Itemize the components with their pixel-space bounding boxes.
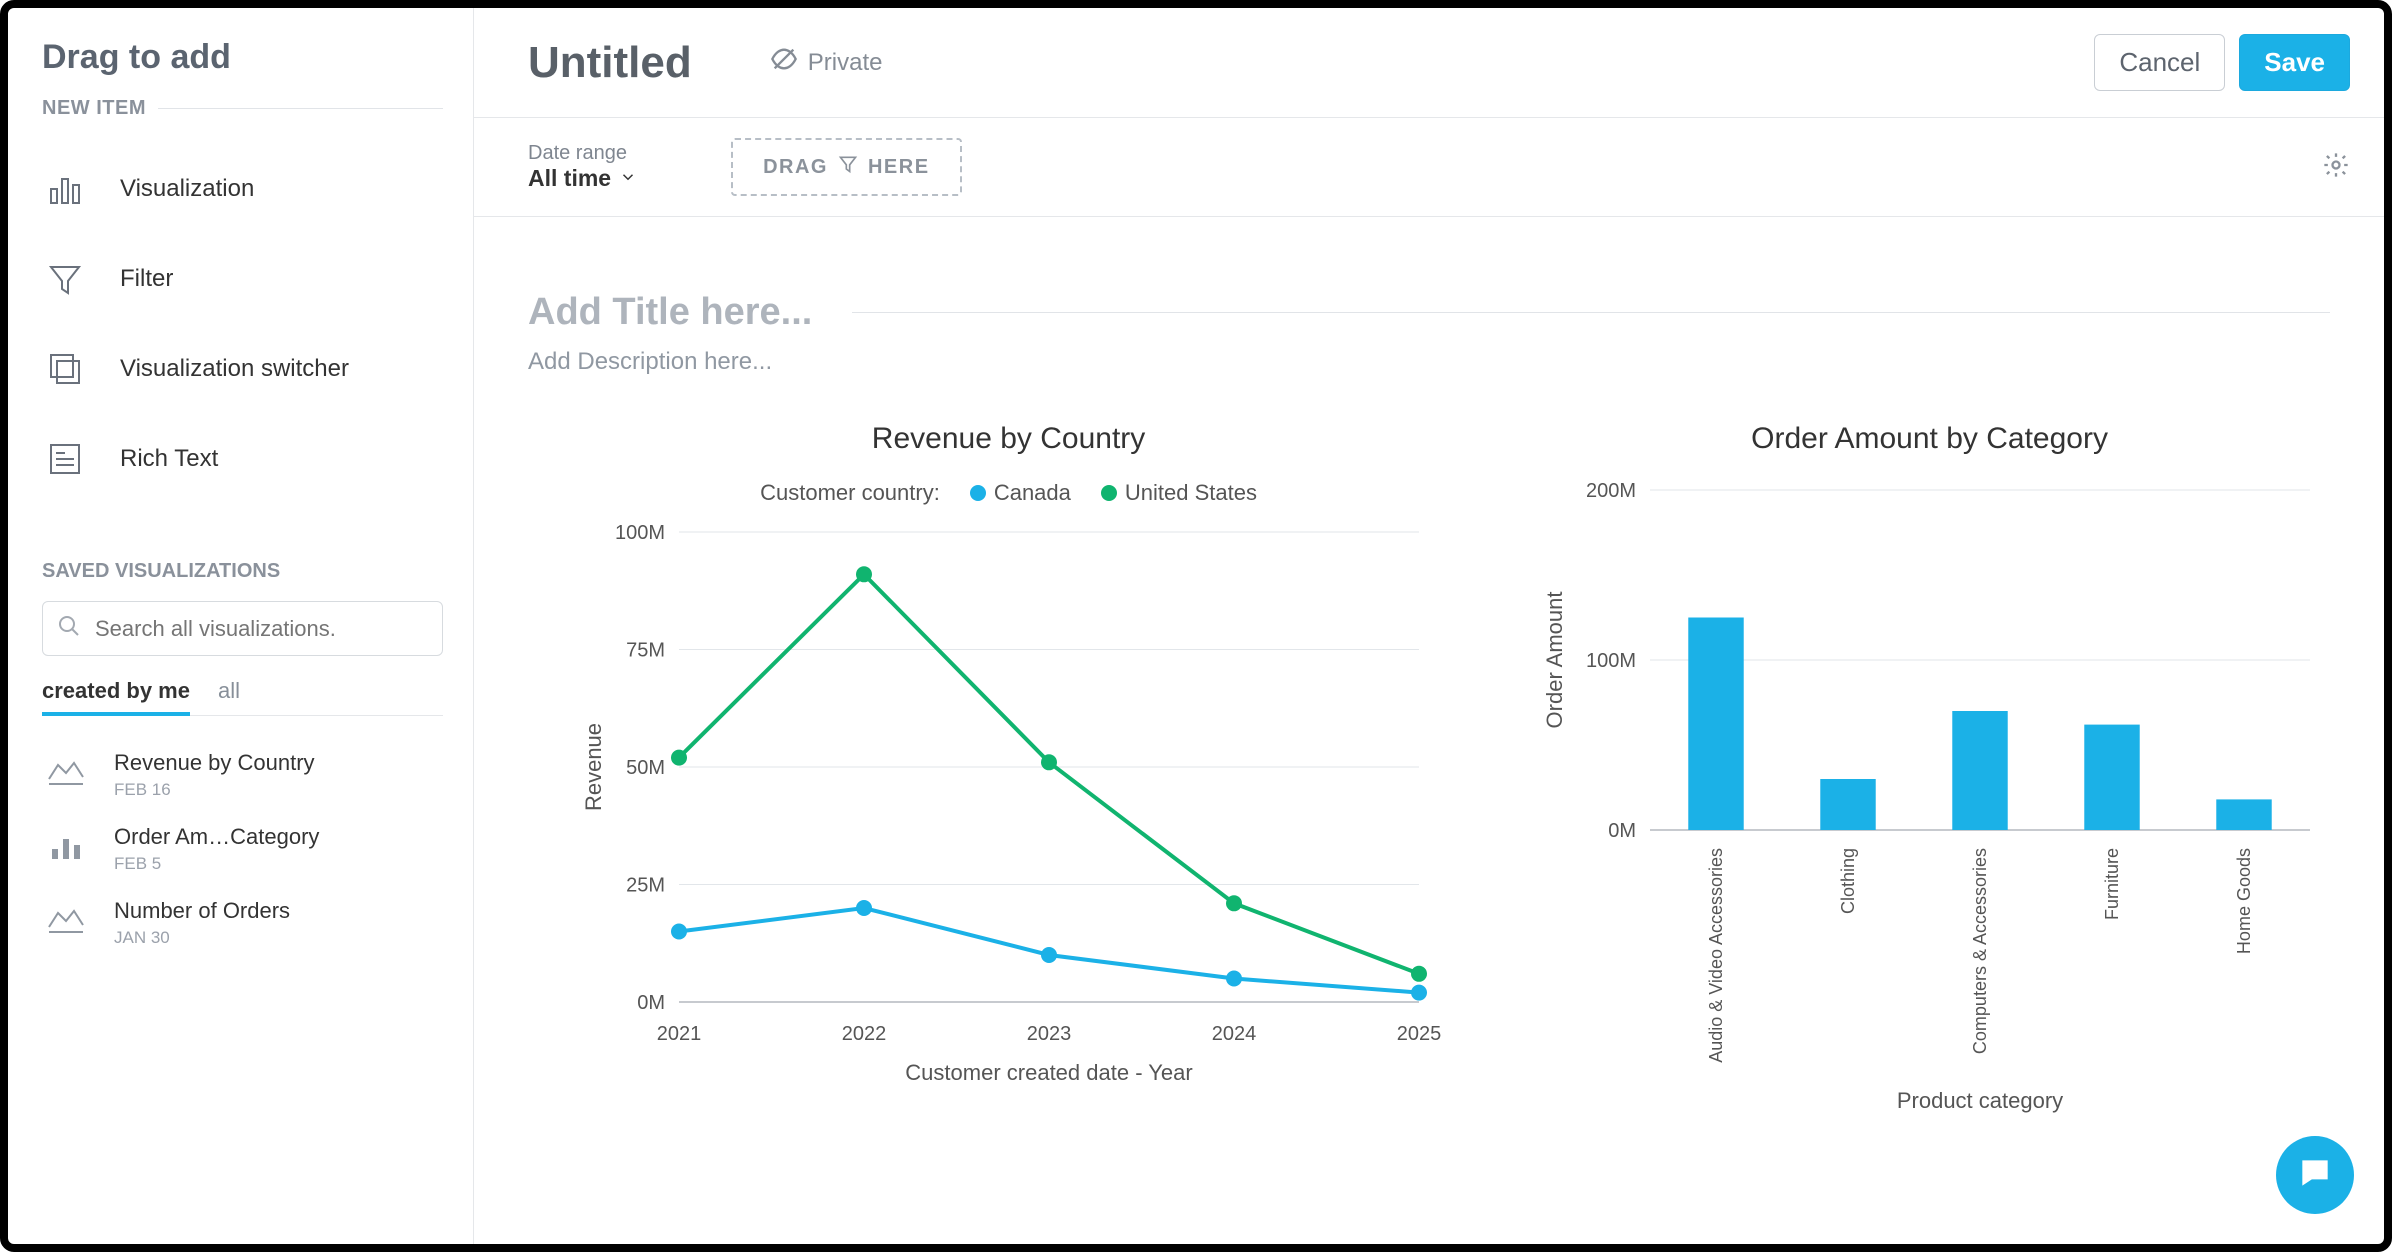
saved-item-title: Number of Orders [114, 898, 290, 924]
saved-item-date: JAN 30 [114, 928, 290, 948]
filter-icon [42, 256, 88, 302]
drop-filter-zone[interactable]: DRAG HERE [731, 138, 961, 196]
svg-text:2021: 2021 [656, 1023, 701, 1045]
legend-entry-canada: Canada [994, 480, 1071, 506]
svg-text:Clothing: Clothing [1838, 848, 1858, 914]
search-input[interactable] [93, 615, 428, 643]
saved-item-date: FEB 5 [114, 854, 319, 874]
main: Untitled Private Cancel Save Date range … [474, 8, 2384, 1244]
new-item-label: Rich Text [120, 445, 218, 473]
rich-text-icon [42, 436, 88, 482]
line-icon [42, 902, 90, 938]
date-range-label: Date range [528, 142, 637, 165]
chart-legend: Customer country: Canada United States [528, 480, 1489, 506]
line-chart-svg: 0M 25M 50M 75M 100M 2021 2022 2023 2024 2025 Custo… [569, 522, 1449, 1092]
new-item-label: Filter [120, 265, 173, 293]
help-button[interactable] [2276, 1136, 2354, 1214]
privacy-indicator[interactable]: Private [770, 45, 883, 80]
saved-item-title: Revenue by Country [114, 750, 315, 776]
chat-icon [2296, 1154, 2334, 1197]
svg-text:2022: 2022 [841, 1023, 886, 1045]
saved-item-order-amount-by-category[interactable]: Order Am…Category FEB 5 [42, 812, 443, 886]
saved-item-revenue-by-country[interactable]: Revenue by Country FEB 16 [42, 738, 443, 812]
new-item-rich-text[interactable]: Rich Text [42, 414, 443, 504]
dashboard-description-input[interactable]: Add Description here... [528, 348, 2330, 376]
svg-text:Order Amount: Order Amount [1542, 592, 1567, 729]
bars-icon [42, 828, 90, 864]
filter-icon [838, 154, 858, 180]
bar-chart-svg: 0M 100M 200M Audio & Video Accessories Cloth… [1530, 480, 2330, 1120]
svg-text:50M: 50M [626, 757, 665, 779]
new-item-visualization[interactable]: Visualization [42, 144, 443, 234]
line-icon [42, 754, 90, 790]
saved-item-number-of-orders[interactable]: Number of Orders JAN 30 [42, 886, 443, 960]
privacy-label: Private [808, 49, 883, 77]
tab-created-by-me[interactable]: created by me [42, 678, 190, 716]
chart-title: Order Amount by Category [1529, 422, 2330, 456]
switcher-icon [42, 346, 88, 392]
filter-bar: Date range All time DRAG HERE [474, 118, 2384, 217]
svg-text:Revenue: Revenue [581, 723, 606, 811]
svg-text:Computers & Accessories: Computers & Accessories [1970, 848, 1990, 1054]
date-range-selector[interactable]: All time [528, 165, 637, 192]
chart-title: Revenue by Country [528, 422, 1489, 456]
saved-item-title: Order Am…Category [114, 824, 319, 850]
svg-text:100M: 100M [615, 522, 665, 544]
svg-text:Customer created date - Year: Customer created date - Year [905, 1060, 1192, 1085]
chart-order-amount-by-category[interactable]: Order Amount by Category 0M 100M 200M Audio… [1529, 422, 2330, 1120]
svg-text:0M: 0M [1608, 820, 1636, 842]
svg-text:25M: 25M [626, 875, 665, 897]
svg-text:200M: 200M [1586, 480, 1636, 502]
eye-slash-icon [770, 45, 808, 80]
svg-text:Product category: Product category [1896, 1088, 2062, 1113]
topbar: Untitled Private Cancel Save [474, 8, 2384, 118]
search-input-wrapper[interactable] [42, 601, 443, 656]
new-item-label: Visualization switcher [120, 355, 349, 383]
new-item-section-header: NEW ITEM [42, 97, 443, 120]
chevron-down-icon [611, 165, 637, 192]
svg-text:2023: 2023 [1026, 1023, 1071, 1045]
saved-visualizations-header: SAVED VISUALIZATIONS [42, 560, 443, 583]
gear-icon [2322, 166, 2350, 183]
svg-text:Audio & Video Accessories: Audio & Video Accessories [1706, 848, 1726, 1063]
search-icon [57, 614, 81, 643]
sidebar: Drag to add NEW ITEM Visualization Filte… [8, 8, 474, 1244]
svg-text:0M: 0M [637, 992, 665, 1014]
sidebar-title: Drag to add [42, 38, 443, 77]
save-button[interactable]: Save [2239, 34, 2350, 91]
new-item-filter[interactable]: Filter [42, 234, 443, 324]
new-item-visualization-switcher[interactable]: Visualization switcher [42, 324, 443, 414]
legend-entry-united-states: United States [1125, 480, 1257, 506]
new-item-label: Visualization [120, 175, 254, 203]
svg-text:2024: 2024 [1211, 1023, 1256, 1045]
svg-text:Home Goods: Home Goods [2234, 848, 2254, 954]
dashboard-title-input[interactable]: Add Title here... [528, 291, 2330, 334]
cancel-button[interactable]: Cancel [2094, 34, 2225, 91]
chart-revenue-by-country[interactable]: Revenue by Country Customer country: Can… [528, 422, 1489, 1120]
tab-all[interactable]: all [218, 678, 240, 716]
bar-chart-icon [42, 166, 88, 212]
page-title[interactable]: Untitled [528, 38, 692, 88]
svg-text:Furniture: Furniture [2102, 848, 2122, 920]
saved-item-date: FEB 16 [114, 780, 315, 800]
svg-text:100M: 100M [1586, 650, 1636, 672]
svg-text:75M: 75M [626, 640, 665, 662]
svg-text:2025: 2025 [1396, 1023, 1441, 1045]
settings-button[interactable] [2322, 151, 2350, 184]
